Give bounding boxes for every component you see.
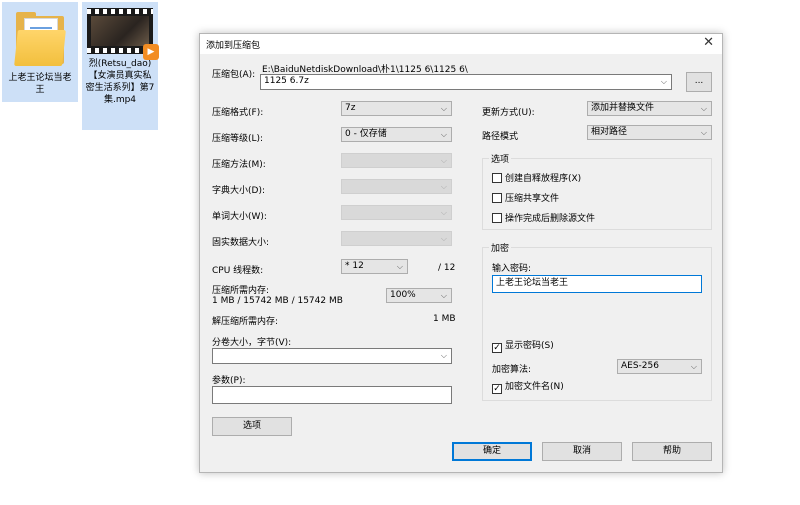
solid-label: 固实数据大小: — [212, 238, 270, 248]
algo-label: 加密算法: — [492, 365, 532, 375]
solid-select[interactable]: ⌵ — [341, 231, 452, 246]
options-group-title: 选项 — [489, 152, 512, 165]
update-label: 更新方式(U): — [482, 108, 535, 118]
shared-checkbox[interactable]: 压缩共享文件 — [492, 193, 559, 205]
encryption-group: 加密 输入密码: 上老王论坛当老王 ✓ 显示密码(S) 加密算法: AES-256… — [482, 241, 712, 401]
close-icon[interactable]: ✕ — [703, 36, 714, 50]
show-password-checkbox[interactable]: ✓ 显示密码(S) — [492, 341, 554, 353]
chevron-down-icon: ⌵ — [440, 351, 447, 360]
desktop-video-file[interactable]: ▶ 烈(Retsu_dao)【女演员真实私密生活系列】第7集.mp4 — [82, 2, 159, 130]
algo-select[interactable]: AES-256 ⌵ — [617, 359, 702, 374]
chevron-down-icon: ⌵ — [396, 262, 403, 271]
format-label: 压缩格式(F): — [212, 108, 264, 118]
encrypt-names-checkbox[interactable]: ✓ 加密文件名(N) — [492, 382, 564, 394]
format-value: 7z — [345, 103, 356, 113]
video-file-icon: ▶ — [87, 8, 159, 60]
mem-comp-value: 1 MB / 15742 MB / 15742 MB — [212, 296, 343, 306]
archive-label: 压缩包(A): — [212, 70, 256, 80]
help-button[interactable]: 帮助 — [632, 442, 712, 461]
split-size-combo[interactable]: ⌵ — [212, 348, 452, 364]
dialog-title: 添加到压缩包 — [206, 41, 261, 51]
show-password-label: 显示密码(S) — [505, 341, 554, 351]
checkbox-box — [492, 213, 502, 223]
delete-checkbox[interactable]: 操作完成后删除源文件 — [492, 213, 595, 225]
chevron-down-icon: ⌵ — [440, 104, 447, 113]
archive-name-value: 1125 6.7z — [264, 76, 309, 86]
word-select[interactable]: ⌵ — [341, 205, 452, 220]
ok-button[interactable]: 确定 — [452, 442, 532, 461]
shared-label: 压缩共享文件 — [505, 194, 560, 204]
mem-decomp-label: 解压缩所需内存: — [212, 317, 279, 327]
path-mode-label: 路径模式 — [482, 132, 519, 142]
checkbox-box — [492, 173, 502, 183]
chevron-down-icon: ⌵ — [700, 104, 707, 113]
desktop-folder-icon[interactable]: 上老王论坛当老王 — [2, 2, 78, 102]
delete-label: 操作完成后删除源文件 — [505, 214, 596, 224]
path-mode-select[interactable]: 相对路径 ⌵ — [587, 125, 712, 140]
cancel-button[interactable]: 取消 — [542, 442, 622, 461]
chevron-down-icon: ⌵ — [690, 362, 697, 371]
chevron-down-icon: ⌵ — [700, 128, 707, 137]
path-mode-value: 相对路径 — [591, 127, 628, 137]
cpu-select[interactable]: * 12 ⌵ — [341, 259, 408, 274]
sfx-checkbox[interactable]: 创建自释放程序(X) — [492, 173, 581, 185]
chevron-down-icon: ⌵ — [440, 130, 447, 139]
params-input[interactable] — [212, 386, 452, 404]
folder-icon — [14, 12, 66, 68]
level-label: 压缩等级(L): — [212, 134, 264, 144]
algo-value: AES-256 — [621, 361, 659, 371]
chevron-down-icon: ⌵ — [440, 156, 447, 165]
check-icon: ✓ — [492, 384, 502, 394]
method-label: 压缩方法(M): — [212, 160, 266, 170]
play-badge-icon: ▶ — [143, 44, 159, 60]
cpu-total: / 12 — [438, 263, 456, 273]
password-input[interactable]: 上老王论坛当老王 — [492, 275, 702, 293]
title-bar: 添加到压缩包 ✕ — [200, 34, 722, 54]
mem-decomp-value: 1 MB — [433, 314, 456, 324]
mem-comp-label: 压缩所需内存: — [212, 286, 270, 296]
browse-button[interactable]: ... — [686, 72, 712, 92]
options-group: 选项 创建自释放程序(X) 压缩共享文件 操作完成后删除源文件 — [482, 152, 712, 230]
dict-label: 字典大小(D): — [212, 186, 265, 196]
method-select[interactable]: ⌵ — [341, 153, 452, 168]
mem-percent-value: 100% — [390, 290, 416, 300]
mem-percent-select[interactable]: 100% ⌵ — [386, 288, 452, 303]
split-label: 分卷大小，字节(V): — [212, 338, 292, 348]
chevron-down-icon: ⌵ — [660, 77, 667, 86]
level-value: 0 - 仅存储 — [345, 129, 387, 139]
add-to-archive-dialog: 添加到压缩包 ✕ 压缩包(A): E:\BaiduNetdiskDownload… — [199, 33, 723, 473]
level-select[interactable]: 0 - 仅存储 ⌵ — [341, 127, 452, 142]
update-value: 添加并替换文件 — [591, 103, 655, 113]
archive-name-combo[interactable]: 1125 6.7z ⌵ — [260, 74, 672, 90]
word-label: 单词大小(W): — [212, 212, 267, 222]
check-icon: ✓ — [492, 343, 502, 353]
encrypt-names-label: 加密文件名(N) — [505, 382, 564, 392]
sfx-label: 创建自释放程序(X) — [505, 174, 582, 184]
params-label: 参数(P): — [212, 376, 246, 386]
folder-label: 上老王论坛当老王 — [8, 73, 72, 95]
options-button[interactable]: 选项 — [212, 417, 292, 436]
cpu-value: * 12 — [345, 261, 364, 271]
chevron-down-icon: ⌵ — [440, 182, 447, 191]
chevron-down-icon: ⌵ — [440, 234, 447, 243]
dict-select[interactable]: ⌵ — [341, 179, 452, 194]
video-label: 烈(Retsu_dao)【女演员真实私密生活系列】第7集.mp4 — [85, 59, 155, 105]
format-select[interactable]: 7z ⌵ — [341, 101, 452, 116]
cpu-label: CPU 线程数: — [212, 266, 264, 276]
checkbox-box — [492, 193, 502, 203]
encryption-group-title: 加密 — [489, 241, 512, 254]
password-label: 输入密码: — [492, 264, 532, 274]
chevron-down-icon: ⌵ — [440, 208, 447, 217]
update-select[interactable]: 添加并替换文件 ⌵ — [587, 101, 712, 116]
chevron-down-icon: ⌵ — [440, 291, 447, 300]
